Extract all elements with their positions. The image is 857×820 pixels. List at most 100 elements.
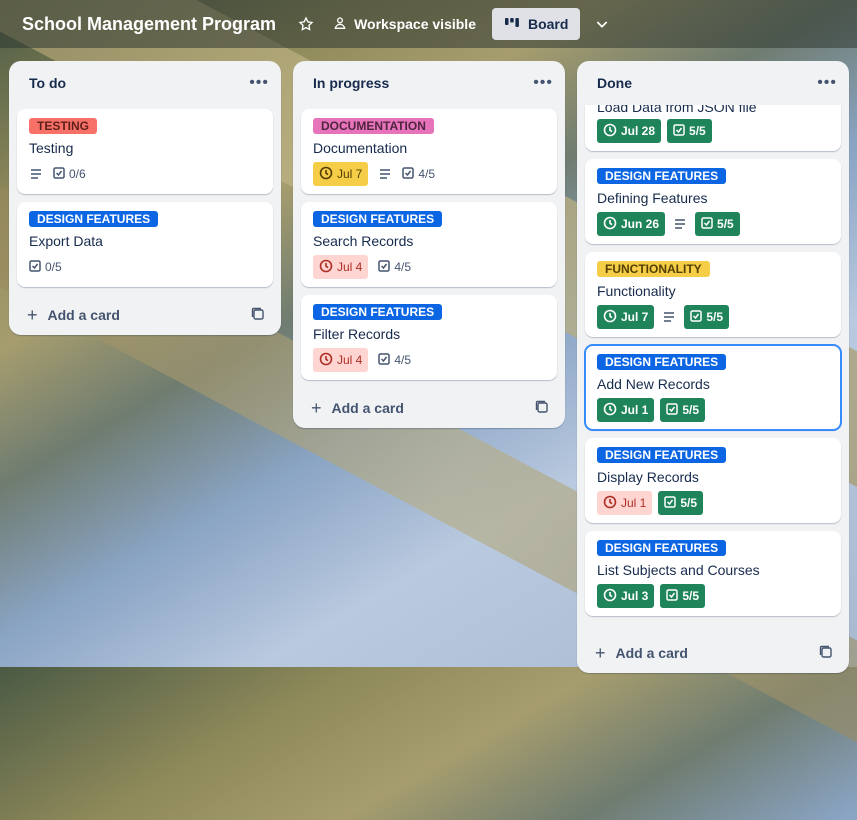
- board-view-button[interactable]: Board: [491, 8, 581, 40]
- card-load-data[interactable]: Load Data from JSON file Jul 28 5/5: [585, 105, 841, 151]
- template-icon[interactable]: [535, 400, 549, 417]
- due-date-badge[interactable]: Jul 3: [597, 584, 655, 608]
- card-defining-features[interactable]: DESIGN FEATURES Defining Features Jun 26…: [585, 159, 841, 244]
- clock-icon: [319, 259, 333, 276]
- due-date-text: Jul 28: [621, 124, 656, 138]
- checklist-icon: [53, 166, 65, 182]
- card-export-data[interactable]: DESIGN FEATURES Export Data 0/5: [17, 202, 273, 287]
- card-label: DESIGN FEATURES: [597, 447, 727, 463]
- due-date-badge[interactable]: Jul 7: [313, 162, 369, 186]
- more-options-icon[interactable]: •••: [533, 74, 553, 92]
- card-list-subjects-and-courses[interactable]: DESIGN FEATURES List Subjects and Course…: [585, 531, 841, 616]
- card-label: DESIGN FEATURES: [597, 354, 727, 370]
- template-icon[interactable]: [819, 645, 833, 662]
- checklist-badge: 5/5: [658, 491, 704, 515]
- board-view-icon: [504, 16, 520, 33]
- star-icon[interactable]: [292, 10, 320, 38]
- card-title: Add New Records: [597, 376, 710, 392]
- clock-icon: [603, 402, 617, 419]
- due-date-badge[interactable]: Jul 4: [313, 348, 369, 372]
- chevron-down-icon[interactable]: [588, 10, 616, 38]
- board-title[interactable]: School Management Program: [22, 14, 276, 35]
- checklist-badge: 0/5: [29, 259, 62, 275]
- due-date-badge[interactable]: Jun 26: [597, 212, 666, 236]
- description-icon: [378, 167, 392, 181]
- card-title: Filter Records: [313, 326, 401, 342]
- card-title: Display Records: [597, 469, 699, 485]
- due-date-text: Jul 3: [621, 589, 649, 603]
- checklist-icon: [666, 402, 679, 418]
- checklist-count: 5/5: [682, 589, 700, 603]
- card-search-records[interactable]: DESIGN FEATURES Search Records Jul 4 4/5: [301, 202, 557, 287]
- checklist-count: 0/6: [69, 167, 86, 181]
- card-filter-records[interactable]: DESIGN FEATURES Filter Records Jul 4 4/5: [301, 295, 557, 380]
- card-title: Load Data from JSON file: [597, 105, 757, 113]
- checklist-count: 4/5: [394, 260, 412, 274]
- done-cards-scroll-area[interactable]: Load Data from JSON file Jul 28 5/5 DESI…: [577, 105, 849, 633]
- checklist-count: 5/5: [717, 217, 734, 231]
- due-date-badge[interactable]: Jul 28: [597, 119, 662, 143]
- checklist-badge: 0/6: [53, 166, 86, 182]
- due-date-text: Jul 4: [337, 260, 363, 274]
- checklist-badge: 5/5: [660, 584, 706, 608]
- checklist-badge: 4/5: [378, 259, 412, 275]
- clock-icon: [319, 352, 333, 369]
- list-title[interactable]: Done: [597, 75, 632, 91]
- due-date-text: Jul 1: [621, 403, 649, 417]
- description-icon: [662, 310, 676, 324]
- checklist-count: 4/5: [394, 353, 412, 367]
- due-date-badge[interactable]: Jul 7: [597, 305, 655, 329]
- due-date-badge[interactable]: Jul 1: [597, 398, 655, 422]
- checklist-count: 5/5: [689, 124, 706, 138]
- list-title[interactable]: To do: [29, 75, 66, 91]
- clock-icon: [603, 309, 617, 326]
- card-title: Search Records: [313, 233, 414, 249]
- people-icon: [332, 15, 348, 34]
- checklist-icon: [701, 216, 713, 232]
- due-date-text: Jun 26: [621, 217, 660, 231]
- plus-icon: +: [595, 642, 606, 663]
- clock-icon: [603, 216, 617, 233]
- card-label: DESIGN FEATURES: [29, 211, 159, 227]
- due-date-text: Jul 7: [621, 310, 649, 324]
- due-date-badge[interactable]: Jul 1: [597, 491, 653, 515]
- checklist-badge: 5/5: [660, 398, 706, 422]
- card-display-records[interactable]: DESIGN FEATURES Display Records Jul 1 5/…: [585, 438, 841, 523]
- more-options-icon[interactable]: •••: [817, 74, 837, 92]
- card-testing[interactable]: TESTING Testing 0/6: [17, 109, 273, 194]
- due-date-text: Jul 1: [621, 496, 647, 510]
- checklist-badge: 4/5: [378, 352, 412, 368]
- list-done: Done ••• Load Data from JSON file Jul 28…: [577, 61, 849, 673]
- card-title: Defining Features: [597, 190, 708, 206]
- card-title: List Subjects and Courses: [597, 562, 760, 578]
- checklist-icon: [673, 123, 685, 139]
- checklist-badge: 5/5: [667, 119, 712, 143]
- card-add-new-records[interactable]: DESIGN FEATURES Add New Records Jul 1 5/…: [584, 344, 842, 431]
- list-title[interactable]: In progress: [313, 75, 389, 91]
- board-header: School Management Program Workspace visi…: [0, 0, 857, 48]
- checklist-badge: 5/5: [695, 212, 740, 236]
- checklist-icon: [29, 259, 41, 275]
- description-icon: [673, 217, 687, 231]
- clock-icon: [603, 123, 617, 140]
- add-card-button[interactable]: + Add a card: [9, 295, 281, 335]
- card-title: Testing: [29, 140, 74, 156]
- card-label: DESIGN FEATURES: [313, 304, 443, 320]
- checklist-icon: [402, 166, 415, 182]
- add-card-label: Add a card: [615, 645, 688, 661]
- description-icon: [29, 167, 43, 181]
- card-functionality[interactable]: FUNCTIONALITY Functionality Jul 7 5/5: [585, 252, 841, 337]
- more-options-icon[interactable]: •••: [249, 74, 269, 92]
- due-date-badge[interactable]: Jul 4: [313, 255, 369, 279]
- add-card-button[interactable]: + Add a card: [577, 633, 849, 673]
- add-card-button[interactable]: + Add a card: [293, 388, 565, 428]
- clock-icon: [319, 166, 333, 183]
- workspace-visibility-label: Workspace visible: [354, 16, 476, 32]
- add-card-label: Add a card: [331, 400, 404, 416]
- checklist-icon: [378, 259, 391, 275]
- template-icon[interactable]: [251, 307, 265, 324]
- board-view-label: Board: [527, 16, 569, 32]
- card-documentation[interactable]: DOCUMENTATION Documentation Jul 7 4/5: [301, 109, 557, 194]
- card-label: TESTING: [29, 118, 98, 134]
- workspace-visibility-button[interactable]: Workspace visible: [332, 15, 476, 34]
